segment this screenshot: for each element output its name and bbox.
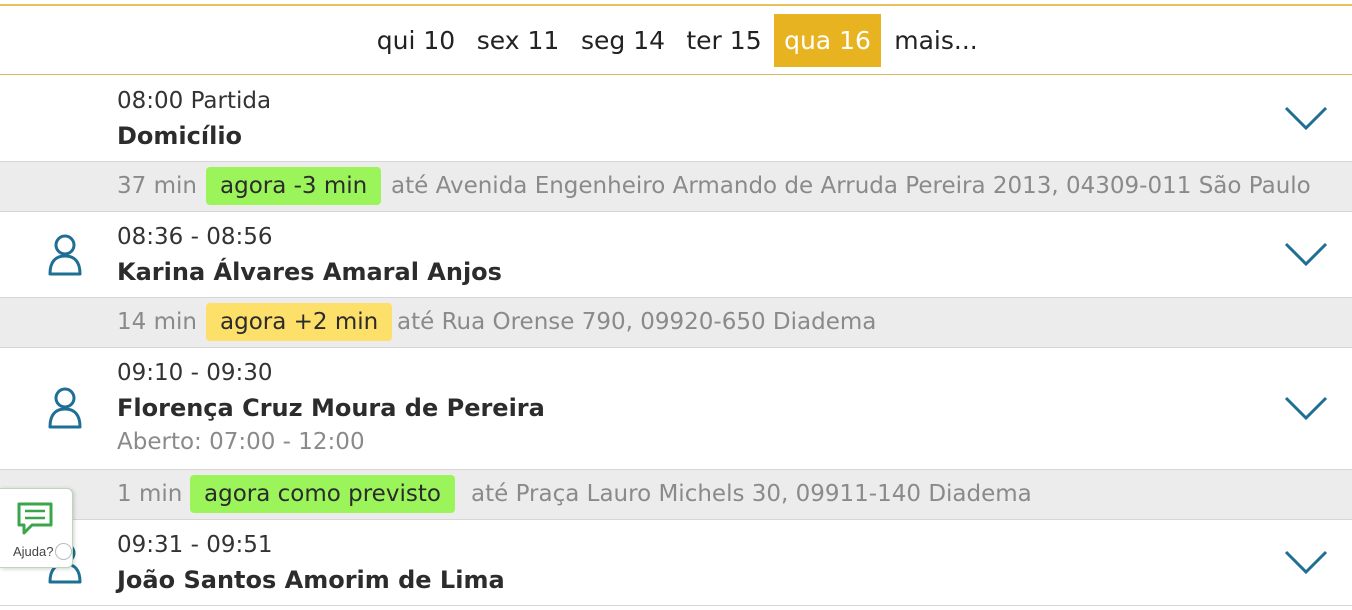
leg-destination: até Praça Lauro Michels 30, 09911-140 Di… bbox=[471, 481, 1032, 507]
stop-name: Karina Álvares Amaral Anjos bbox=[117, 258, 502, 286]
more-days-link[interactable]: mais... bbox=[889, 14, 983, 67]
day-tab-qui-10[interactable]: qui 10 bbox=[370, 14, 462, 67]
help-label: Ajuda? bbox=[13, 544, 54, 559]
day-tab-sex-11[interactable]: sex 11 bbox=[472, 14, 564, 67]
travel-leg: 14 min agora +2 min até Rua Orense 790, … bbox=[0, 297, 1352, 348]
leg-destination: até Rua Orense 790, 09920-650 Diadema bbox=[397, 309, 877, 335]
chevron-down-icon[interactable] bbox=[1282, 393, 1330, 423]
stop-name: João Santos Amorim de Lima bbox=[117, 566, 505, 594]
person-icon bbox=[48, 234, 82, 276]
leg-destination: até Avenida Engenheiro Armando de Arruda… bbox=[391, 173, 1311, 199]
person-icon bbox=[48, 387, 82, 429]
date-selector-bar: qui 10 sex 11 seg 14 ter 15 qua 16 mais.… bbox=[0, 6, 1352, 75]
day-tab-qua-16-selected[interactable]: qua 16 bbox=[774, 14, 881, 67]
travel-leg: 37 min agora -3 min até Avenida Engenhei… bbox=[0, 161, 1352, 212]
leg-duration: 37 min bbox=[117, 173, 197, 199]
day-tab-seg-14[interactable]: seg 14 bbox=[575, 14, 671, 67]
stop-time: 08:00 Partida bbox=[117, 88, 272, 114]
route-stop-start[interactable]: 08:00 Partida Domicílio bbox=[0, 76, 1352, 161]
travel-leg: 1 min agora como previsto até Praça Laur… bbox=[0, 469, 1352, 520]
eta-status-badge: agora +2 min bbox=[206, 303, 393, 341]
day-tab-ter-15[interactable]: ter 15 bbox=[680, 14, 768, 67]
chat-icon bbox=[17, 502, 53, 535]
eta-status-badge: agora -3 min bbox=[206, 167, 382, 205]
stop-time: 09:31 - 09:51 bbox=[117, 532, 273, 558]
route-stop[interactable]: 09:10 - 09:30 Florença Cruz Moura de Per… bbox=[0, 348, 1352, 469]
chevron-down-icon[interactable] bbox=[1282, 547, 1330, 577]
route-stop[interactable]: 08:36 - 08:56 Karina Álvares Amaral Anjo… bbox=[0, 212, 1352, 297]
stop-name: Domicílio bbox=[117, 122, 243, 150]
route-stop[interactable]: 09:31 - 09:51 João Santos Amorim de Lima bbox=[0, 520, 1352, 606]
help-status-circle bbox=[55, 543, 72, 560]
eta-status-badge: agora como previsto bbox=[190, 475, 455, 513]
leg-duration: 14 min bbox=[117, 309, 197, 335]
stop-time: 09:10 - 09:30 bbox=[117, 360, 273, 386]
stop-time: 08:36 - 08:56 bbox=[117, 224, 273, 250]
stop-name: Florença Cruz Moura de Pereira bbox=[117, 394, 545, 422]
chevron-down-icon[interactable] bbox=[1282, 239, 1330, 269]
chevron-down-icon[interactable] bbox=[1282, 103, 1330, 133]
help-widget[interactable]: Ajuda? bbox=[0, 488, 73, 568]
leg-duration: 1 min bbox=[117, 481, 183, 507]
opening-hours: Aberto: 07:00 - 12:00 bbox=[117, 429, 365, 455]
